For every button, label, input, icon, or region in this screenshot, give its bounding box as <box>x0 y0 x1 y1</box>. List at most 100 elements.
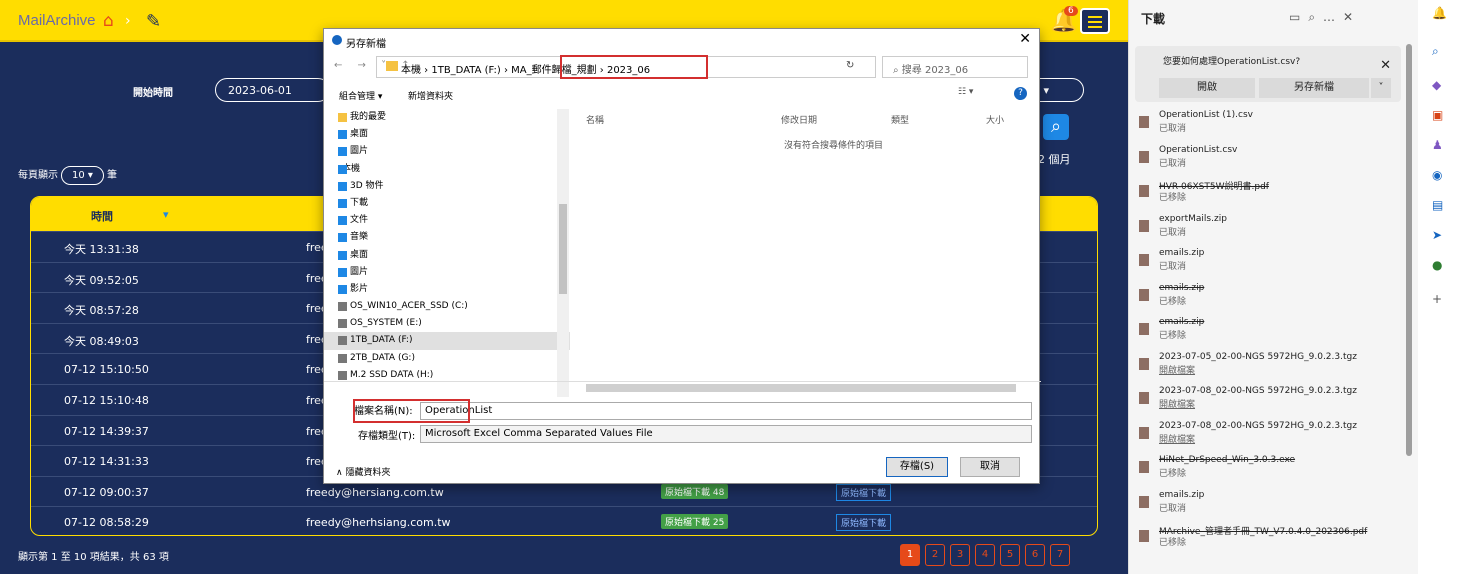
search-button[interactable]: ⌕ <box>1043 114 1069 140</box>
open-button[interactable]: 開啟 <box>1159 78 1255 98</box>
tree-item[interactable]: 2TB_DATA (G:) <box>324 350 570 367</box>
col-time-header[interactable]: 時間 <box>91 208 113 224</box>
start-date-input[interactable]: 2023-06-01 <box>215 78 330 102</box>
page-button[interactable]: 1 <box>900 544 920 566</box>
save-button[interactable]: 存檔(S) <box>886 457 948 477</box>
tree-item-label: 我的最愛 <box>350 112 387 122</box>
close-icon[interactable]: ✕ <box>1380 58 1391 73</box>
brand-logo[interactable]: MailArchive <box>18 12 96 29</box>
tree-item[interactable]: 桌面 <box>324 247 570 264</box>
download-item[interactable]: 2023-07-05_02-00-NGS 5972HG_9.0.2.3.tgz 開… <box>1139 352 1399 382</box>
download-status[interactable]: 開啟檔案 <box>1159 363 1195 376</box>
hide-folders-toggle[interactable]: ∧ 隱藏資料夾 <box>336 465 390 478</box>
tree-item[interactable]: OS_WIN10_ACER_SSD (C:) <box>324 298 570 315</box>
row-time: 07-12 14:39:37 <box>64 424 149 438</box>
col-date[interactable]: 修改日期 <box>781 113 817 126</box>
tree-item[interactable]: 1TB_DATA (F:) <box>324 332 570 350</box>
page-button[interactable]: 4 <box>975 544 995 566</box>
tree-item-label: M.2 SSD DATA (H:) <box>350 369 434 380</box>
download-filename: emails.zip <box>1159 317 1205 327</box>
download-item[interactable]: HiNet_DrSpeed_Win_3.0.3.exe 已移除 <box>1139 455 1399 485</box>
download-status[interactable]: 開啟檔案 <box>1159 432 1195 445</box>
download-item[interactable]: emails.zip 已移除 <box>1139 283 1399 313</box>
add-icon[interactable]: + <box>1432 292 1442 306</box>
tree-scrollbar[interactable] <box>557 109 569 397</box>
row-sender: freedy@herhsiang.com.tw <box>306 516 451 530</box>
download-item[interactable]: OperationList (1).csv 已取消 <box>1139 110 1399 140</box>
page-button[interactable]: 5 <box>1000 544 1020 566</box>
filename-input[interactable]: OperationList <box>420 402 1032 420</box>
games-icon[interactable]: ♟ <box>1432 138 1443 152</box>
tree-item[interactable]: 圖片 <box>324 143 570 160</box>
tree-item[interactable]: 本機 <box>324 161 570 178</box>
edit-icon[interactable]: ✎ <box>146 11 166 32</box>
save-as-button[interactable]: 另存新檔 <box>1259 78 1369 98</box>
tree-item[interactable]: 圖片 <box>324 264 570 281</box>
download-status[interactable]: 開啟檔案 <box>1159 397 1195 410</box>
tree-item[interactable]: 影片 <box>324 281 570 298</box>
page-button[interactable]: 2 <box>925 544 945 566</box>
filetype-select[interactable]: Microsoft Excel Comma Separated Values F… <box>420 425 1032 443</box>
download-original-button[interactable]: 原始檔下載 48 <box>661 483 729 499</box>
search-field[interactable]: ⌕ 搜尋 2023_06 <box>882 56 1028 78</box>
col-type[interactable]: 類型 <box>891 113 909 126</box>
download-item[interactable]: 2023-07-08_02-00-NGS 5972HG_9.0.2.3.tgz 開… <box>1139 421 1399 451</box>
download-button[interactable]: 原始檔下載 <box>836 483 892 501</box>
view-icon[interactable]: ☷ ▾ <box>958 87 973 97</box>
col-size[interactable]: 大小 <box>986 113 1004 126</box>
file-icon <box>1139 392 1149 404</box>
outlook-icon[interactable]: ▤ <box>1432 198 1443 212</box>
address-bar[interactable]: 本機 › 1TB_DATA (F:) › MA_郵件歸檔_規劃 › 2023_0… <box>376 55 876 79</box>
downloads-scrollbar[interactable] <box>1406 44 1412 456</box>
office-icon[interactable]: ◉ <box>1432 168 1442 182</box>
bell-icon[interactable]: 🔔 <box>1432 6 1447 20</box>
organize-button[interactable]: 組合管理 ▾ <box>339 89 382 102</box>
briefcase-icon[interactable]: ▣ <box>1432 108 1443 122</box>
tree-item[interactable]: 桌面 <box>324 126 570 143</box>
download-item[interactable]: emails.zip 已取消 <box>1139 248 1399 278</box>
download-item[interactable]: OperationList.csv 已取消 <box>1139 145 1399 175</box>
download-filename: MArchive_管理者手冊_TW_V7.0.4.0_202306.pdf <box>1159 527 1368 537</box>
chevron-down-icon[interactable]: ˅ <box>1371 78 1391 98</box>
search-placeholder: 搜尋 2023_06 <box>901 65 969 76</box>
send-icon[interactable]: ➤ <box>1432 228 1442 242</box>
tree-item[interactable]: 文件 <box>324 212 570 229</box>
col-name[interactable]: 名稱 <box>586 113 604 126</box>
tree-item[interactable]: 3D 物件 <box>324 178 570 195</box>
download-item[interactable]: emails.zip 已取消 <box>1139 490 1399 520</box>
page-button[interactable]: 7 <box>1050 544 1070 566</box>
downloads-toolbar-icons[interactable]: ▭⌕…✕ <box>1289 10 1361 25</box>
cancel-button[interactable]: 取消 <box>960 457 1020 477</box>
page-button[interactable]: 6 <box>1025 544 1045 566</box>
download-filename: emails.zip <box>1159 489 1205 500</box>
bell-icon[interactable]: 🔔 6 <box>1050 6 1078 35</box>
tree-item[interactable]: 我的最愛 <box>324 109 570 126</box>
help-icon[interactable]: ? <box>1014 87 1027 100</box>
download-item[interactable]: HVR-06XST5W說明書.pdf 已移除 <box>1139 179 1399 209</box>
folder-icon <box>338 233 347 243</box>
tree-item[interactable]: 下載 <box>324 195 570 212</box>
tag-icon[interactable]: ◆ <box>1432 78 1441 92</box>
search-icon[interactable]: ⌕ <box>1432 44 1439 59</box>
table-row[interactable]: 07-12 08:58:29 freedy@herhsiang.com.tw 原始檔… <box>31 506 1097 535</box>
download-item[interactable]: exportMails.zip 已取消 <box>1139 214 1399 244</box>
per-page-select[interactable]: 10 ▾ <box>61 166 104 185</box>
spotify-icon[interactable]: ● <box>1432 258 1442 272</box>
download-item[interactable]: emails.zip 已移除 <box>1139 317 1399 347</box>
download-button[interactable]: 原始檔下載 <box>836 514 892 532</box>
refresh-icon[interactable]: ↻ <box>846 60 854 71</box>
download-item[interactable]: 2023-07-08_02-00-NGS 5972HG_9.0.2.3.tgz 開… <box>1139 386 1399 416</box>
file-icon <box>1139 495 1149 508</box>
sort-down-icon[interactable]: ▾ <box>163 208 169 221</box>
horizontal-scrollbar[interactable] <box>324 381 1041 393</box>
page-button[interactable]: 3 <box>950 544 970 566</box>
download-original-button[interactable]: 原始檔下載 25 <box>661 514 729 530</box>
menu-button[interactable] <box>1080 8 1110 34</box>
download-item[interactable]: MArchive_管理者手冊_TW_V7.0.4.0_202306.pdf 已移除 <box>1139 524 1399 554</box>
home-icon[interactable]: ⌂ <box>103 13 121 30</box>
tree-item[interactable]: OS_SYSTEM (E:) <box>324 315 570 332</box>
tree-item[interactable]: 音樂 <box>324 229 570 246</box>
close-icon[interactable]: ✕ <box>1019 31 1031 47</box>
new-folder-button[interactable]: 新增資料夾 <box>408 89 453 102</box>
file-icon <box>1139 185 1149 197</box>
